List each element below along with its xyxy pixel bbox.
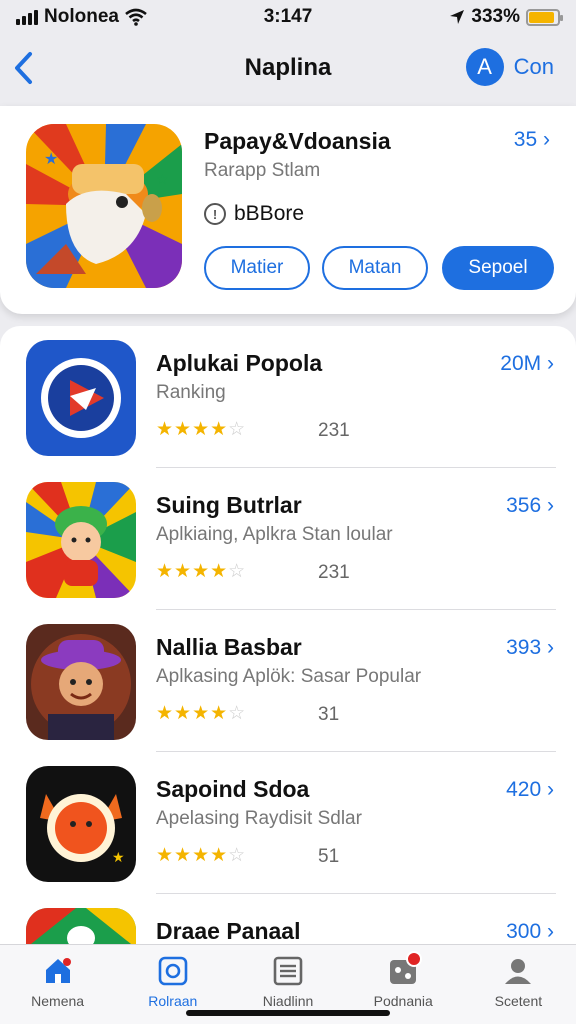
featured-app-subtitle: Rarapp Stlam: [204, 160, 321, 181]
list-item[interactable]: Suing Butrlar Aplkiaing, Aplkra Stan lou…: [0, 468, 576, 610]
featured-app-title: Papay&Vdoansia: [204, 128, 391, 154]
featured-button-3[interactable]: Sepoel: [442, 246, 554, 290]
app-size-value: 300: [506, 920, 542, 943]
location-arrow-icon: [450, 10, 465, 24]
app-name: Sapoind Sdoa: [156, 776, 310, 802]
featured-app-size-value: 35: [513, 128, 538, 151]
featured-app-badge: ! bBBore: [204, 202, 304, 226]
navigation-bar: Naplina A Con: [0, 38, 576, 98]
account-avatar-icon[interactable]: A: [465, 48, 504, 86]
list-item[interactable]: ★ Sapoind Sdoa Apelasing Raydisit Sdlar …: [0, 752, 576, 894]
apps-icon: [158, 956, 188, 986]
app-size-value: 393: [506, 636, 542, 659]
app-size[interactable]: 20M ›: [500, 352, 554, 376]
app-name: Draae Panaal: [156, 918, 301, 944]
chevron-right-icon: ›: [547, 494, 554, 517]
account-label[interactable]: Con: [514, 54, 554, 80]
app-subtitle: Aplkasing Aplök: Sasar Popular: [156, 666, 422, 687]
featured-app-icon[interactable]: ★ ★: [26, 124, 182, 288]
app-subtitle: Aplkiaing, Aplkra Stan loular: [156, 524, 393, 545]
wifi-icon: [125, 8, 147, 26]
rating-count: 51: [318, 846, 340, 867]
svg-text:★: ★: [156, 172, 169, 188]
app-list: Aplukai Popola Ranking ★★★★☆ 231 20M › S…: [0, 326, 576, 966]
status-bar: Nolonea 3:147 333%: [0, 0, 576, 34]
app-name: Suing Butrlar: [156, 492, 302, 518]
tab-label: Niadlinn: [262, 993, 314, 1009]
list-item[interactable]: Aplukai Popola Ranking ★★★★☆ 231 20M ›: [0, 326, 576, 468]
app-subtitle: Ranking: [156, 382, 226, 403]
app-name: Aplukai Popola: [156, 350, 323, 376]
carrier-label: Nolonea: [44, 6, 119, 27]
rating-count: 231: [318, 562, 350, 583]
cell-signal-icon: [16, 9, 38, 25]
home-indicator: [186, 1010, 390, 1016]
account-button[interactable]: A Con: [465, 48, 554, 86]
rating-count: 231: [318, 420, 350, 441]
chevron-right-icon: ›: [547, 778, 554, 801]
app-subtitle: Apelasing Raydisit Sdlar: [156, 808, 362, 829]
featured-button-2[interactable]: Matan: [322, 246, 428, 290]
featured-button-1[interactable]: Matier: [204, 246, 310, 290]
svg-text:★: ★: [112, 850, 125, 866]
profile-icon: [505, 959, 532, 984]
rating-count: 31: [318, 704, 340, 725]
featured-app-size[interactable]: 35 ›: [514, 128, 550, 152]
fox-icon[interactable]: ★: [26, 766, 136, 882]
chevron-right-icon: ›: [547, 920, 554, 943]
info-icon: !: [204, 203, 226, 225]
star-rating: ★★★★☆: [156, 703, 247, 724]
hat-character-icon[interactable]: [26, 624, 136, 740]
star-rating: ★★★★☆: [156, 561, 247, 582]
app-size[interactable]: 420 ›: [506, 778, 554, 802]
featured-badge-label: bBBore: [234, 202, 305, 225]
svg-text:★: ★: [44, 149, 58, 168]
star-rating: ★★★★☆: [156, 419, 247, 440]
home-icon: [45, 958, 71, 983]
featured-app-card[interactable]: ★ ★ Papay&Vdoansia Rarapp Stlam 35 › ! b…: [0, 106, 576, 314]
app-size[interactable]: 393 ›: [506, 636, 554, 660]
app-size-value: 20M: [500, 352, 542, 375]
battery-icon: [526, 8, 563, 26]
clock: 3:147: [263, 6, 313, 27]
app-name: Nallia Basbar: [156, 634, 302, 660]
list-icon: [273, 956, 303, 986]
tab-profile[interactable]: Scetent: [461, 945, 576, 1024]
chevron-right-icon: ›: [547, 636, 554, 659]
star-rating: ★★★★☆: [156, 845, 247, 866]
tab-label: Scetent: [494, 993, 543, 1009]
play-icon[interactable]: [26, 340, 136, 456]
tab-home[interactable]: Nemena: [0, 945, 115, 1024]
tab-label: Nemena: [31, 993, 85, 1009]
tab-label: Rolraan: [148, 993, 198, 1009]
battery-percent: 333%: [471, 6, 520, 27]
list-item[interactable]: Nallia Basbar Aplkasing Aplök: Sasar Pop…: [0, 610, 576, 752]
app-size-value: 356: [506, 494, 542, 517]
chevron-right-icon: ›: [547, 352, 554, 375]
character-icon[interactable]: [26, 482, 136, 598]
notification-badge: [405, 951, 422, 967]
app-size[interactable]: 300 ›: [506, 920, 554, 944]
tab-label: Podnania: [373, 993, 433, 1009]
app-size-value: 420: [506, 778, 542, 801]
app-size[interactable]: 356 ›: [506, 494, 554, 518]
chevron-right-icon: ›: [543, 128, 550, 151]
